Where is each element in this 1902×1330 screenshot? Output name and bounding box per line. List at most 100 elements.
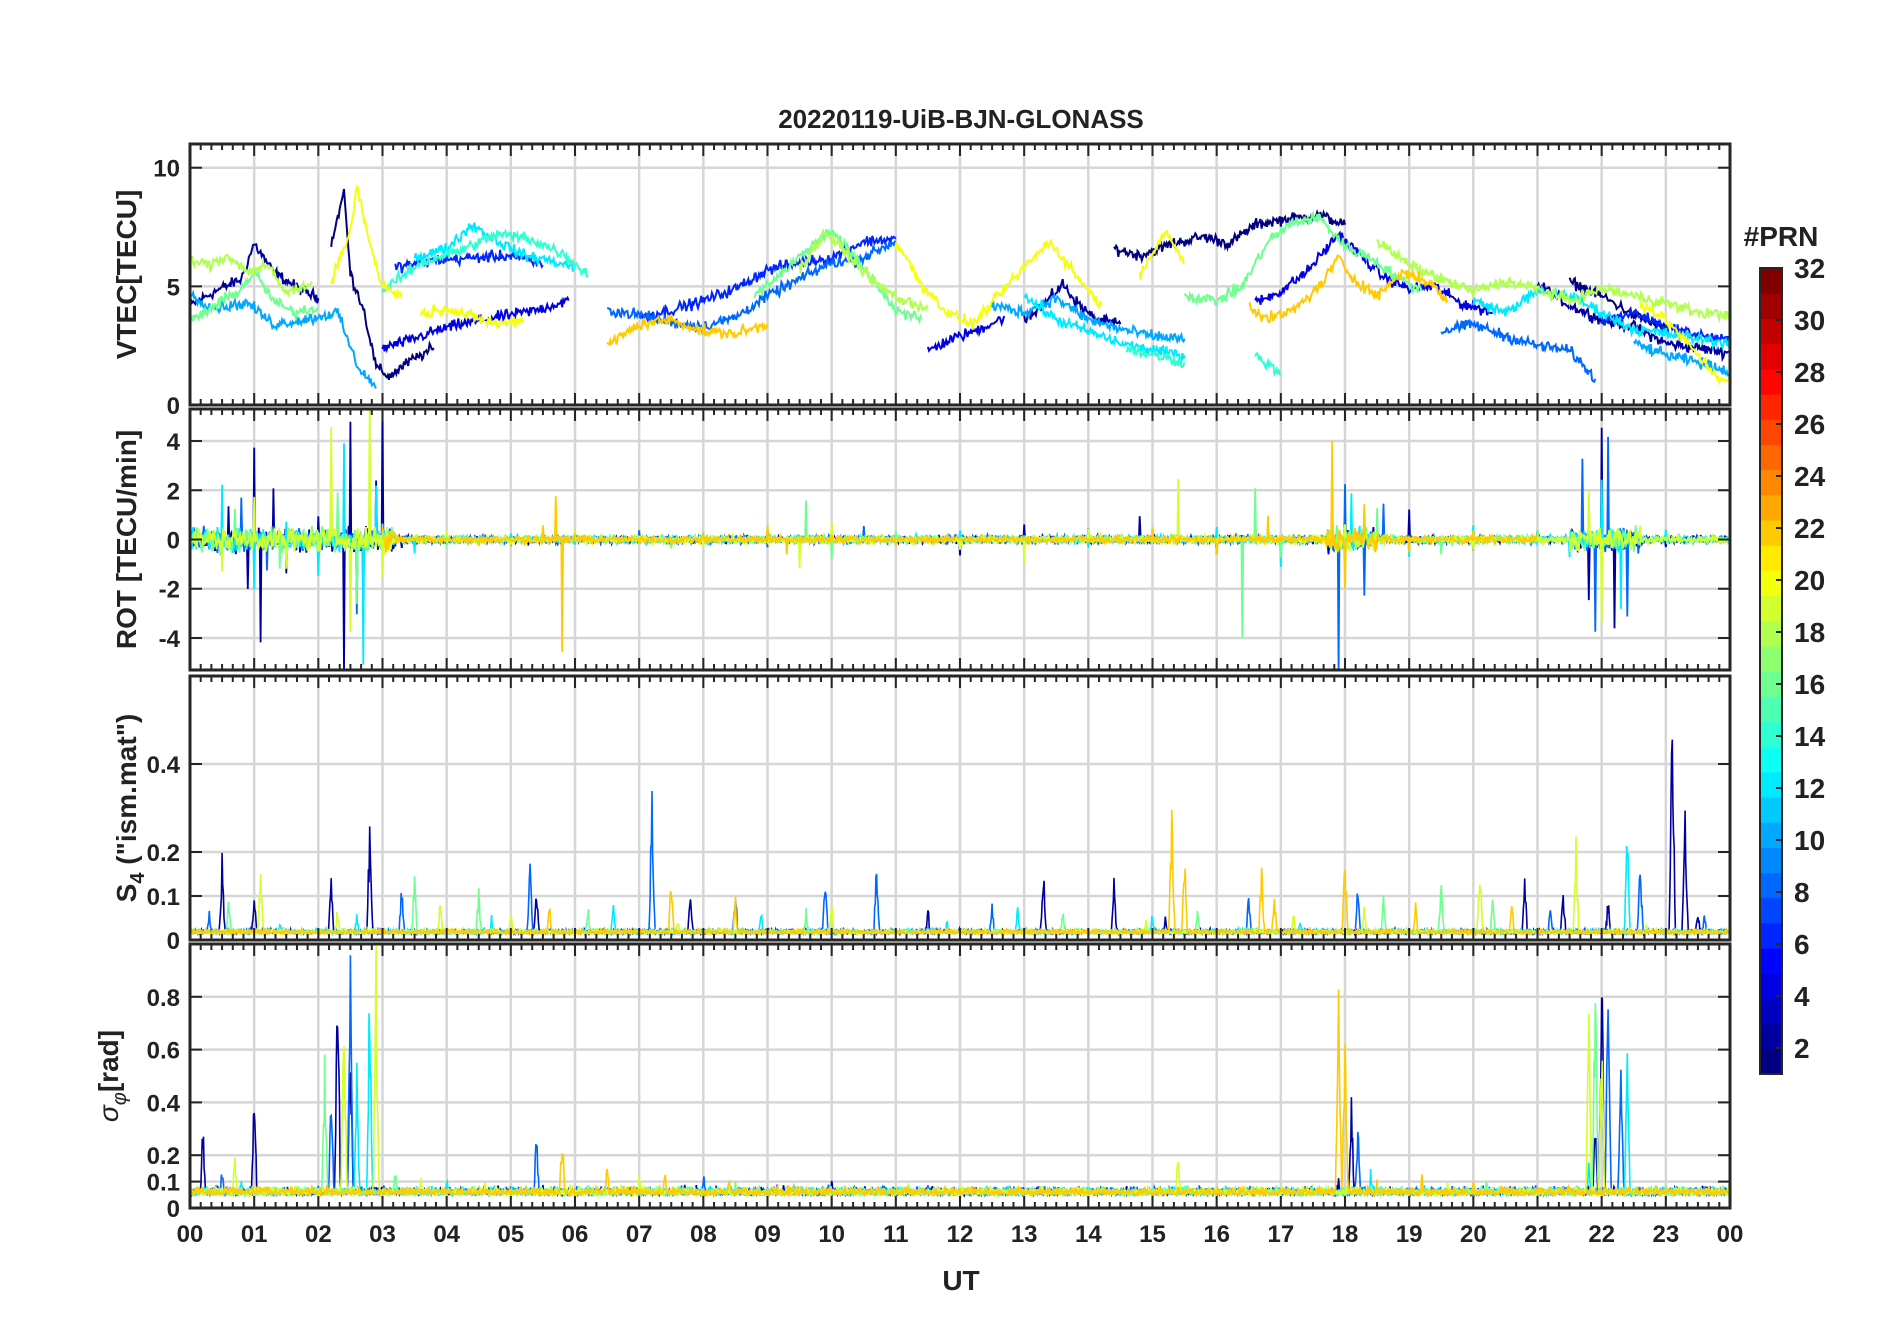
x-tick-label: 00 xyxy=(1717,1221,1744,1248)
series-line-prn-4 xyxy=(1254,230,1494,316)
colorbar-level xyxy=(1760,645,1782,672)
colorbar-level xyxy=(1760,268,1782,294)
colorbar-tick-label: 24 xyxy=(1794,461,1826,492)
series-line-prn-8 xyxy=(1440,318,1597,383)
colorbar-tick-label: 30 xyxy=(1794,305,1825,336)
colorbar-level xyxy=(1760,1023,1782,1050)
colorbar-level xyxy=(1760,1048,1782,1075)
series-line-prn-14 xyxy=(1254,351,1281,378)
colorbar-level xyxy=(1760,897,1782,924)
colorbar-tick-label: 18 xyxy=(1794,617,1825,648)
series-line-prn-14 xyxy=(381,228,589,293)
colorbar-level xyxy=(1760,545,1782,571)
x-tick-label: 00 xyxy=(177,1221,204,1248)
colorbar-level xyxy=(1760,318,1782,345)
colorbar-tick-label: 2 xyxy=(1794,1033,1810,1064)
x-tick-label: 02 xyxy=(305,1221,332,1248)
colorbar-level xyxy=(1760,948,1782,974)
y-tick-label: 0 xyxy=(167,393,180,420)
series-line-prn-22 xyxy=(606,314,769,347)
colorbar-level xyxy=(1760,494,1782,521)
chart-title: 20220119-UiB-BJN-GLONASS xyxy=(778,104,1144,134)
x-tick-label: 08 xyxy=(690,1221,717,1248)
panel-sigma-phi: 00.10.2 0.4 0.6 0.8 σφ[rad] 00 01 02 03 04 05 06 07 0… xyxy=(93,942,1744,1248)
x-tick-label: 03 xyxy=(369,1221,396,1248)
x-tick-label: 07 xyxy=(626,1221,653,1248)
y-axis-label: S4 ("ism.mat") xyxy=(111,714,149,903)
x-tick-label: 09 xyxy=(754,1221,781,1248)
x-tick-label: 11 xyxy=(883,1221,908,1248)
y-tick-label: -4 xyxy=(159,626,181,653)
colorbar-level xyxy=(1760,393,1782,420)
y-tick-label: 4 xyxy=(167,429,181,456)
y-tick-label: 0.2 xyxy=(147,1143,180,1170)
colorbar-tick-label: 10 xyxy=(1794,825,1825,856)
x-tick-label: 17 xyxy=(1267,1221,1294,1248)
y-axis-label: ROT [TECU/min] xyxy=(111,430,142,649)
colorbar-tick-label: 8 xyxy=(1794,877,1810,908)
y-tick-label: -2 xyxy=(159,577,180,604)
x-tick-label: 01 xyxy=(241,1221,268,1248)
x-tick-label: 16 xyxy=(1203,1221,1230,1248)
grid-sigma-phi xyxy=(188,944,1732,1210)
colorbar-level xyxy=(1760,796,1782,823)
series-line-prn-18 xyxy=(1376,238,1730,324)
panels: 0510VTEC[TECU]-4-2024ROT [TECU/min]00.10… xyxy=(93,142,1744,1248)
colorbar-level xyxy=(1760,696,1782,722)
x-tick-label: 04 xyxy=(433,1221,460,1248)
x-tick-label: 23 xyxy=(1652,1221,1679,1248)
figure: 20220119-UiB-BJN-GLONASS 0510VTEC[TECU]-… xyxy=(93,104,1826,1296)
colorbar-tick-label: 22 xyxy=(1794,513,1825,544)
y-tick-label: 0.2 xyxy=(147,840,180,867)
y-axis-label-part: ("ism.mat") xyxy=(111,714,142,873)
panel-vtec: 0 5 10 VTEC[TECU] xyxy=(111,142,1732,420)
y-tick-label: 0 xyxy=(167,1196,180,1223)
panel-s4: 0 0.1 0.2 0.4S4 ("ism.mat") xyxy=(111,674,1732,955)
y-tick-label: 0.4 xyxy=(147,1090,181,1117)
colorbar-tick-label: 26 xyxy=(1794,409,1825,440)
x-tick-label: 13 xyxy=(1011,1221,1038,1248)
colorbar-level xyxy=(1760,469,1782,496)
colorbar-level xyxy=(1760,998,1782,1025)
y-tick-label: 0.6 xyxy=(147,1038,180,1065)
colorbar-level xyxy=(1760,444,1782,471)
y-tick-label: 0.1 xyxy=(147,884,180,911)
colorbar-level xyxy=(1760,746,1782,773)
colorbar-tick-label: 4 xyxy=(1794,981,1810,1012)
y-tick-label: 0 xyxy=(167,528,180,555)
y-tick-label: 10 xyxy=(153,156,180,183)
grid-vtec xyxy=(188,144,1732,407)
colorbar-level xyxy=(1760,570,1782,597)
colorbar: 2468101214161820222426283032 xyxy=(1759,253,1826,1075)
y-axis-label: σφ[rad] xyxy=(93,1030,131,1122)
x-tick-label: 05 xyxy=(497,1221,524,1248)
colorbar-tick-label: 16 xyxy=(1794,669,1825,700)
x-tick-label: 18 xyxy=(1332,1221,1359,1248)
x-tick-label: 19 xyxy=(1396,1221,1423,1248)
x-tick-label: 22 xyxy=(1588,1221,1615,1248)
colorbar-level xyxy=(1760,419,1782,445)
y-axis-label-part: φ xyxy=(109,1092,131,1105)
y-tick-label: 5 xyxy=(167,274,180,301)
y-axis-label-part: [rad] xyxy=(93,1030,124,1092)
colorbar-tick-label: 6 xyxy=(1794,929,1810,960)
colorbar-level xyxy=(1760,872,1782,899)
colorbar-tick-label: 12 xyxy=(1794,773,1825,804)
y-tick-label: 0.4 xyxy=(147,752,181,779)
colorbar-level xyxy=(1760,620,1782,647)
y-tick-label: 2 xyxy=(167,478,180,505)
x-axis-label: UT xyxy=(942,1265,979,1296)
x-tick-label: 10 xyxy=(818,1221,845,1248)
y-tick-label: 0 xyxy=(167,928,180,955)
colorbar-level xyxy=(1760,822,1782,848)
y-tick-label: 0.1 xyxy=(147,1170,180,1197)
colorbar-label: #PRN xyxy=(1744,221,1819,252)
colorbar-tick-label: 28 xyxy=(1794,357,1825,388)
x-tick-label: 12 xyxy=(947,1221,974,1248)
y-tick-label: 0.8 xyxy=(147,985,180,1012)
colorbar-level xyxy=(1760,847,1782,874)
series-line-prn-4 xyxy=(381,295,570,354)
x-tick-label: 20 xyxy=(1460,1221,1487,1248)
x-tick-label: 14 xyxy=(1075,1221,1102,1248)
x-tick-label: 06 xyxy=(562,1221,589,1248)
